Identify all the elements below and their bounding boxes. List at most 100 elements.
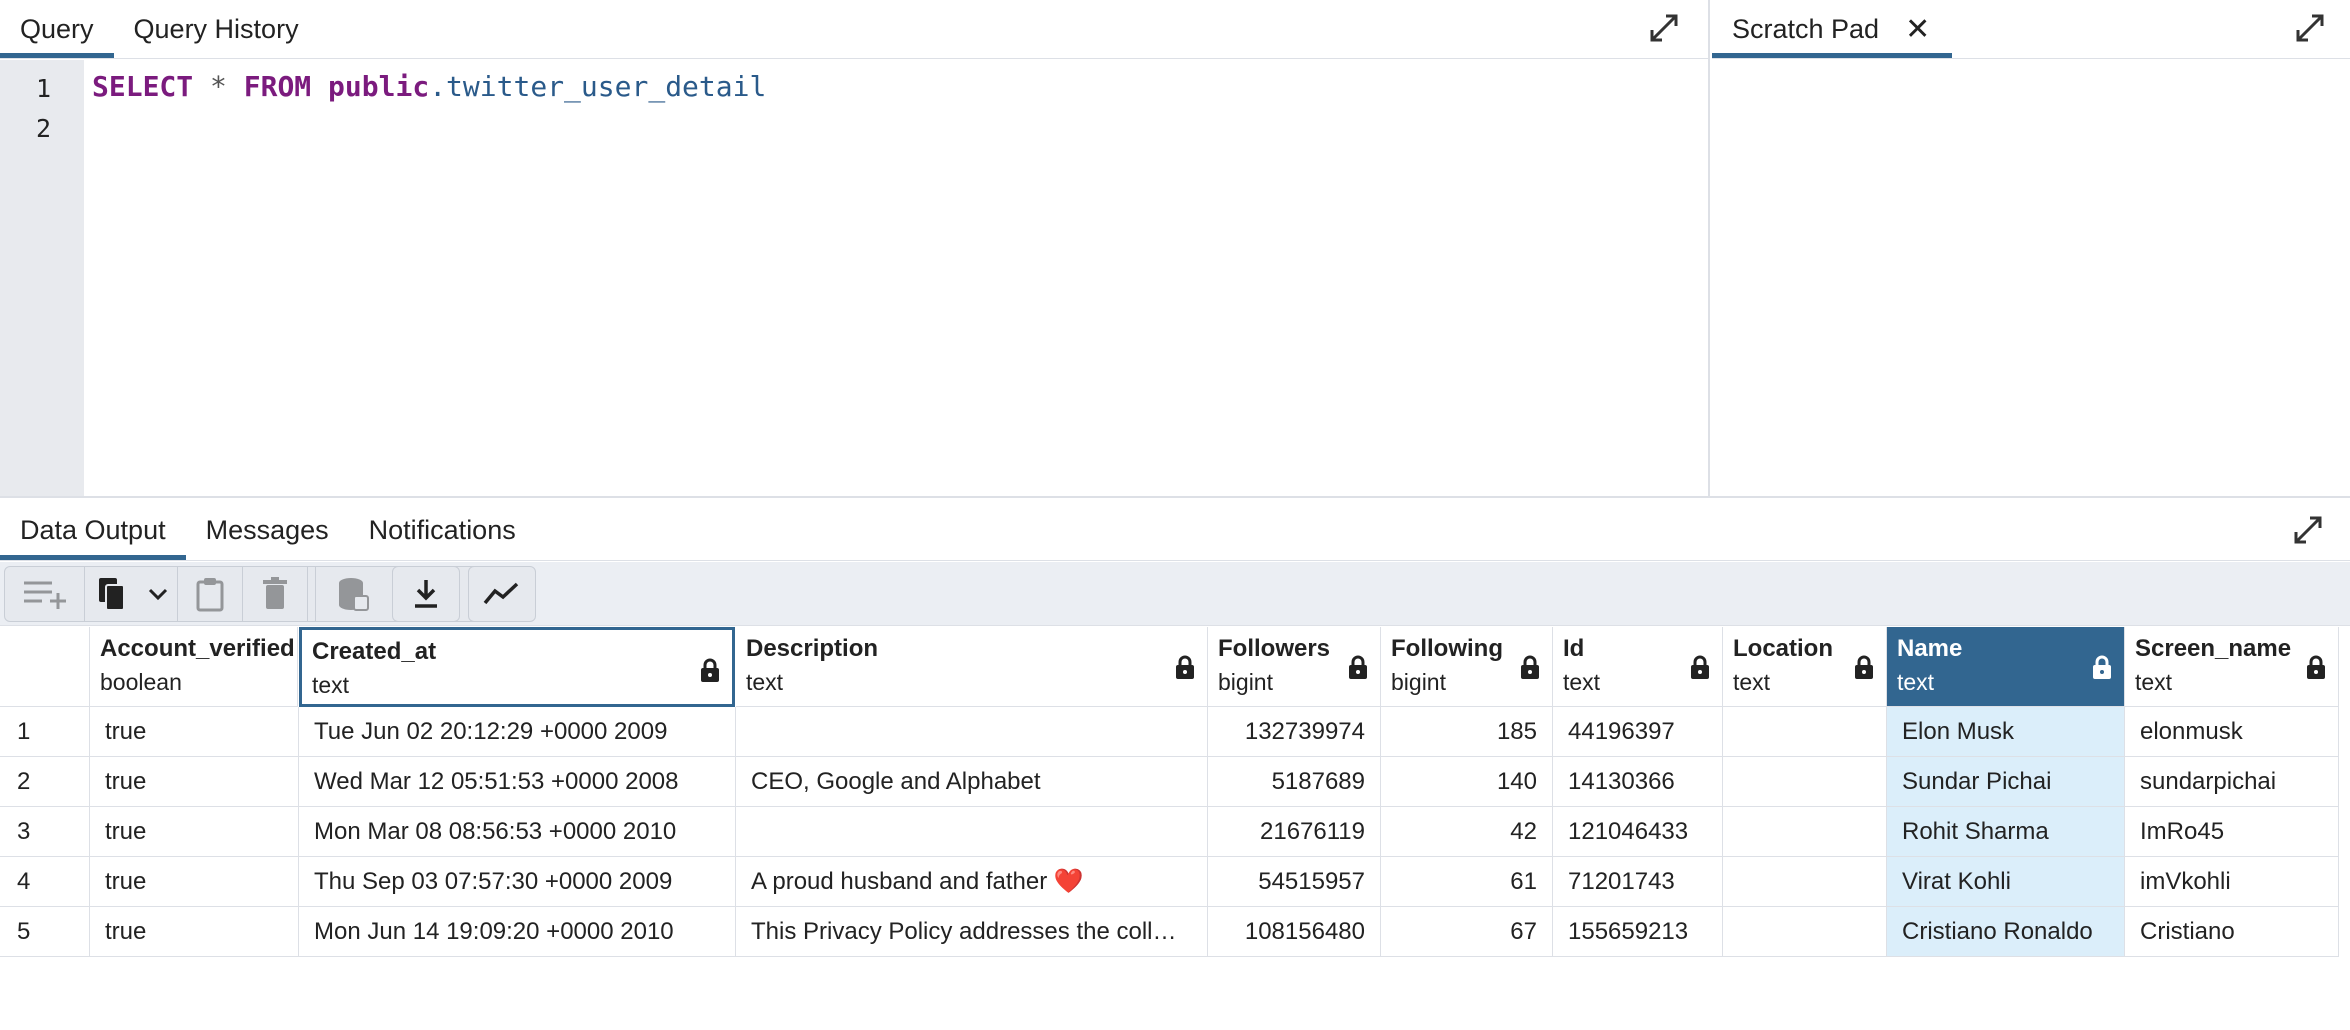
delete-button[interactable] bbox=[243, 567, 308, 621]
scratch-pad-label: Scratch Pad bbox=[1732, 13, 1880, 44]
lock-icon bbox=[1176, 655, 1194, 679]
cell-description[interactable]: CEO, Google and Alphabet bbox=[736, 757, 1208, 807]
cell-description[interactable]: This Privacy Policy addresses the coll… bbox=[736, 907, 1208, 957]
sql-table-name: twitter_user_detail bbox=[446, 70, 767, 103]
cell-screen-name[interactable]: sundarpichai bbox=[2125, 757, 2339, 807]
cell-created-at[interactable]: Thu Sep 03 07:57:30 +0000 2009 bbox=[299, 857, 736, 907]
cell-name[interactable]: Virat Kohli bbox=[1887, 857, 2125, 907]
row-number[interactable]: 2 bbox=[0, 757, 90, 807]
cell-account-verified[interactable]: true bbox=[90, 707, 299, 757]
cell-description[interactable] bbox=[736, 707, 1208, 757]
column-name: Screen_name bbox=[2135, 635, 2292, 662]
sql-editor[interactable]: SELECT * FROM public.twitter_user_detail bbox=[92, 70, 766, 103]
graph-visualiser-button[interactable] bbox=[469, 567, 535, 621]
download-button-group bbox=[392, 566, 460, 622]
row-number[interactable]: 4 bbox=[0, 857, 90, 907]
cell-name[interactable]: Cristiano Ronaldo bbox=[1887, 907, 2125, 957]
column-header[interactable]: Id text bbox=[1553, 627, 1723, 707]
cell-location[interactable] bbox=[1723, 857, 1887, 907]
cell-location[interactable] bbox=[1723, 757, 1887, 807]
results-area: Data Output Messages Notifications Accou… bbox=[0, 500, 2350, 1030]
tab-query-history[interactable]: Query History bbox=[114, 0, 319, 58]
copy-button[interactable] bbox=[85, 567, 138, 621]
cell-id[interactable]: 14130366 bbox=[1553, 757, 1723, 807]
close-icon[interactable]: ✕ bbox=[1905, 12, 1930, 47]
lock-icon bbox=[1349, 655, 1367, 679]
download-icon bbox=[415, 580, 437, 608]
expand-icon[interactable] bbox=[2292, 514, 2324, 546]
cell-name[interactable]: Rohit Sharma bbox=[1887, 807, 2125, 857]
cell-account-verified[interactable]: true bbox=[90, 807, 299, 857]
row-number[interactable]: 1 bbox=[0, 707, 90, 757]
sql-keyword: SELECT bbox=[92, 70, 194, 103]
row-number[interactable]: 5 bbox=[0, 907, 90, 957]
column-header-selected[interactable]: Name text bbox=[1887, 627, 2125, 707]
add-row-button[interactable] bbox=[5, 567, 85, 621]
cell-followers[interactable]: 132739974 bbox=[1208, 707, 1381, 757]
query-tabbar: Query Query History bbox=[0, 0, 1710, 59]
cell-id[interactable]: 71201743 bbox=[1553, 857, 1723, 907]
column-type: text bbox=[312, 672, 350, 698]
lock-icon bbox=[1521, 655, 1539, 679]
tab-notifications[interactable]: Notifications bbox=[349, 500, 536, 560]
cell-following[interactable]: 67 bbox=[1381, 907, 1553, 957]
column-header[interactable]: Created_at text bbox=[299, 627, 735, 707]
download-button[interactable] bbox=[393, 567, 459, 621]
cell-following[interactable]: 140 bbox=[1381, 757, 1553, 807]
expand-icon[interactable] bbox=[2294, 12, 2326, 44]
cell-followers[interactable]: 108156480 bbox=[1208, 907, 1381, 957]
column-header[interactable]: Description text bbox=[736, 627, 1208, 707]
cell-followers[interactable]: 54515957 bbox=[1208, 857, 1381, 907]
column-header[interactable]: Location text bbox=[1723, 627, 1887, 707]
cell-created-at[interactable]: Mon Mar 08 08:56:53 +0000 2010 bbox=[299, 807, 736, 857]
cell-created-at[interactable]: Tue Jun 02 20:12:29 +0000 2009 bbox=[299, 707, 736, 757]
cell-location[interactable] bbox=[1723, 707, 1887, 757]
cell-account-verified[interactable]: true bbox=[90, 757, 299, 807]
cell-id[interactable]: 121046433 bbox=[1553, 807, 1723, 857]
row-number-header bbox=[0, 627, 90, 707]
cell-id[interactable]: 44196397 bbox=[1553, 707, 1723, 757]
cell-screen-name[interactable]: imVkohli bbox=[2125, 857, 2339, 907]
cell-following[interactable]: 61 bbox=[1381, 857, 1553, 907]
cell-following[interactable]: 185 bbox=[1381, 707, 1553, 757]
cell-followers[interactable]: 21676119 bbox=[1208, 807, 1381, 857]
column-header[interactable]: Account_verified boolean bbox=[90, 627, 298, 707]
copy-options-dropdown[interactable] bbox=[138, 567, 178, 621]
cell-account-verified[interactable]: true bbox=[90, 857, 299, 907]
cell-created-at[interactable]: Wed Mar 12 05:51:53 +0000 2008 bbox=[299, 757, 736, 807]
cell-screen-name[interactable]: ImRo45 bbox=[2125, 807, 2339, 857]
cell-id[interactable]: 155659213 bbox=[1553, 907, 1723, 957]
column-header[interactable]: Screen_name text bbox=[2125, 627, 2339, 707]
cell-description[interactable]: A proud husband and father ❤️ bbox=[736, 857, 1208, 907]
tab-query[interactable]: Query bbox=[0, 0, 114, 58]
cell-account-verified[interactable]: true bbox=[90, 907, 299, 957]
tab-messages[interactable]: Messages bbox=[186, 500, 349, 560]
cell-name[interactable]: Sundar Pichai bbox=[1887, 757, 2125, 807]
cell-followers[interactable]: 5187689 bbox=[1208, 757, 1381, 807]
cell-created-at[interactable]: Mon Jun 14 19:09:20 +0000 2010 bbox=[299, 907, 736, 957]
save-data-button[interactable] bbox=[315, 567, 390, 621]
scratch-pad-pane: Scratch Pad ✕ bbox=[1712, 0, 2350, 496]
column-name: Description bbox=[746, 635, 879, 662]
sql-star: * bbox=[193, 70, 244, 103]
sql-dot: . bbox=[429, 70, 447, 103]
chevron-down-icon bbox=[148, 588, 167, 601]
cell-screen-name[interactable]: elonmusk bbox=[2125, 707, 2339, 757]
cell-following[interactable]: 42 bbox=[1381, 807, 1553, 857]
row-number[interactable]: 3 bbox=[0, 807, 90, 857]
column-header[interactable]: Following bigint bbox=[1381, 627, 1553, 707]
paste-button[interactable] bbox=[178, 567, 243, 621]
cell-location[interactable] bbox=[1723, 907, 1887, 957]
copy-icon bbox=[98, 578, 125, 611]
column-type: text bbox=[746, 669, 784, 695]
tab-data-output[interactable]: Data Output bbox=[0, 500, 186, 560]
paste-icon bbox=[196, 578, 224, 612]
cell-name[interactable]: Elon Musk bbox=[1887, 707, 2125, 757]
tab-scratch-pad[interactable]: Scratch Pad ✕ bbox=[1712, 0, 1953, 58]
cell-description[interactable] bbox=[736, 807, 1208, 857]
query-pane: Query Query History 1 2 SELECT * FROM pu… bbox=[0, 0, 1710, 496]
cell-screen-name[interactable]: Cristiano bbox=[2125, 907, 2339, 957]
cell-location[interactable] bbox=[1723, 807, 1887, 857]
expand-icon[interactable] bbox=[1648, 12, 1680, 44]
column-header[interactable]: Followers bigint bbox=[1208, 627, 1381, 707]
